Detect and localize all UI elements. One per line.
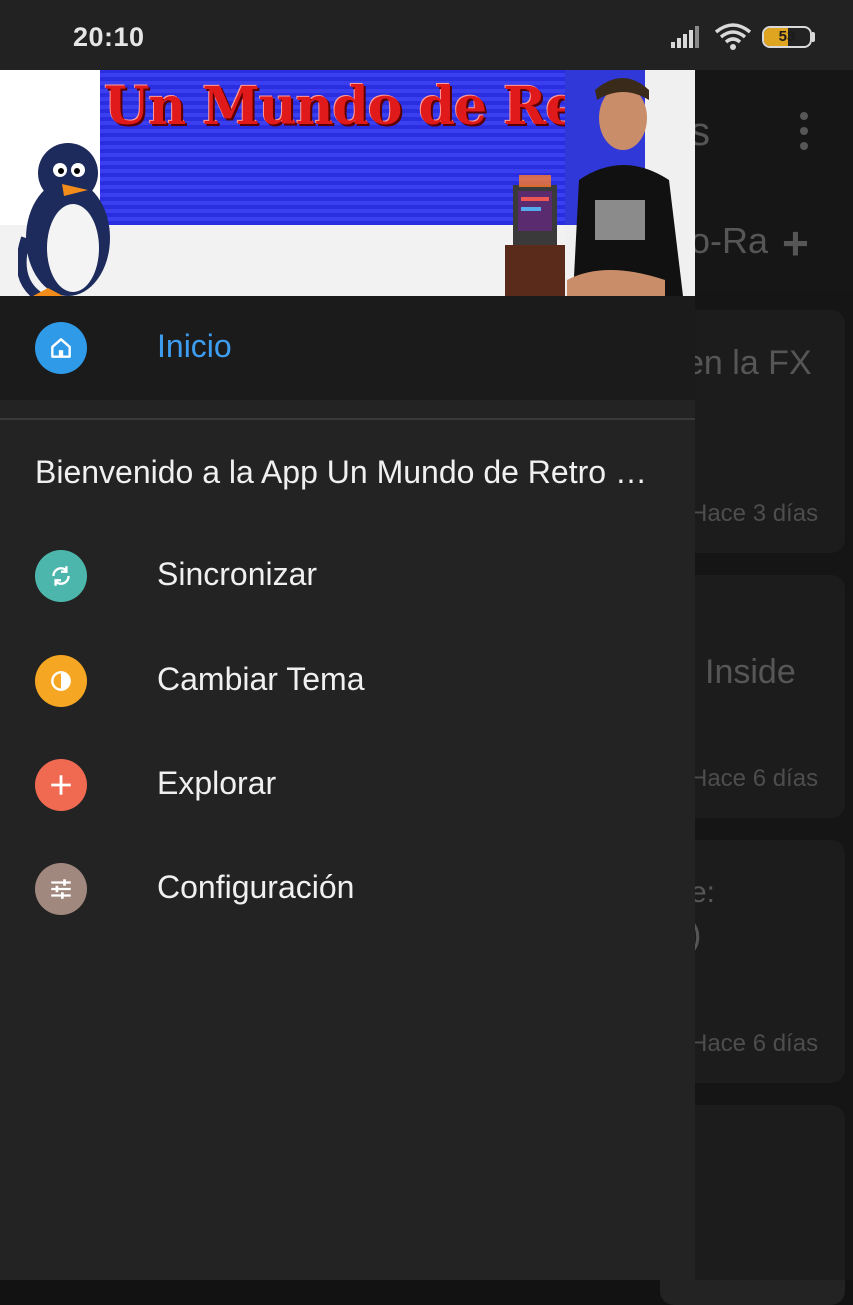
signal-icon	[671, 26, 699, 48]
penguin-illustration	[18, 143, 110, 296]
status-bar: 20:10 53	[0, 0, 853, 70]
nav-item-inicio[interactable]: Inicio	[0, 296, 695, 400]
theme-icon	[35, 655, 87, 707]
battery-tip	[812, 32, 815, 42]
wifi-icon	[714, 23, 752, 50]
nav-item-label: Explorar	[157, 765, 277, 801]
nav-item-label: Inicio	[157, 328, 232, 364]
navigation-drawer: Un Mundo de Retro Juegos	[0, 70, 695, 1280]
drawer-divider	[0, 418, 695, 420]
status-time: 20:10	[73, 22, 145, 52]
nav-item-label: Cambiar Tema	[157, 661, 365, 697]
nav-item-sincronizar[interactable]: Sincronizar	[0, 524, 695, 628]
home-icon	[35, 322, 87, 374]
nav-item-cambiar-tema[interactable]: Cambiar Tema	[0, 629, 695, 733]
sync-icon	[35, 550, 87, 602]
nav-item-label: Sincronizar	[157, 556, 318, 592]
welcome-text: Bienvenido a la App Un Mundo de Retro Ju…	[35, 454, 660, 490]
battery-percent: 53	[778, 28, 796, 45]
presenter-photo	[565, 70, 695, 296]
banner-logo-text: Un Mundo de Retro Juegos	[104, 76, 695, 137]
tune-icon	[35, 863, 87, 915]
nav-item-explorar[interactable]: Explorar	[0, 733, 695, 837]
battery-icon: 53	[762, 26, 812, 48]
nav-item-label: Configuración	[157, 869, 355, 905]
nav-item-configuracion[interactable]: Configuración	[0, 837, 695, 941]
drawer-header-image: Un Mundo de Retro Juegos	[0, 70, 695, 296]
add-icon	[35, 759, 87, 811]
retro-computer-illustration	[505, 175, 565, 296]
